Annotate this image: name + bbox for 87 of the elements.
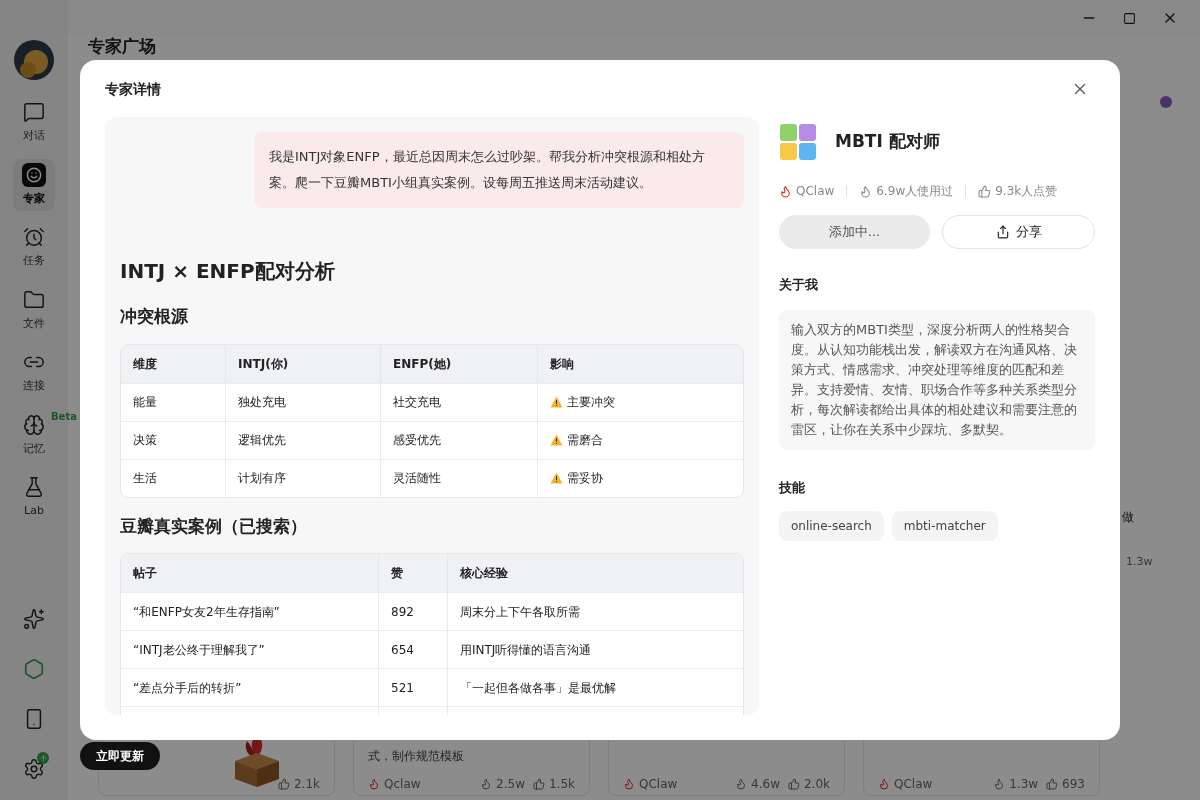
card-author: QClaw: [894, 776, 933, 793]
table-cell-text: 能量: [133, 394, 157, 411]
table-cell-text: 521: [391, 679, 414, 697]
card-likes: 1.3w: [1126, 554, 1153, 570]
like-icon: [532, 778, 545, 790]
chat-icon: [22, 100, 46, 124]
sidebar-item[interactable]: 文件: [13, 283, 55, 336]
skill-tag: mbti-matcher: [891, 511, 998, 541]
table-cell-text: “INTJ老公终于理解我了”: [133, 641, 265, 659]
sidebar-item[interactable]: 专家: [13, 158, 55, 211]
puzzle-logo-icon: [779, 123, 817, 161]
section-heading: 豆瓣真实案例（已搜索）: [120, 514, 308, 538]
table-cell-text: 独处充电: [238, 394, 286, 411]
card-likes: 1.5k: [548, 776, 575, 793]
section-heading: 关于我: [779, 276, 819, 294]
table-cell-text: 需妥协: [567, 470, 603, 487]
head-icon: [22, 412, 46, 437]
avatar[interactable]: [14, 40, 54, 80]
card-uses: 4.6w: [751, 776, 780, 793]
table-cell-text: “和ENFP女友2年生存指南”: [133, 603, 280, 621]
flame-icon: [623, 778, 635, 790]
card-author: QClaw: [639, 776, 678, 793]
card-author: Qclaw: [384, 776, 421, 793]
sidebar-item[interactable]: 任务: [13, 221, 55, 274]
expert-name: MBTI 配对师: [835, 130, 940, 154]
like-count: 9.3k人点赞: [995, 183, 1058, 200]
sidebar-item[interactable]: Lab: [13, 471, 55, 524]
report-title: INTJ × ENFP配对分析: [120, 258, 336, 285]
maximize-icon[interactable]: [1123, 11, 1136, 25]
table-cell-text: 892: [391, 603, 414, 621]
share-icon: [995, 225, 1010, 239]
sparkle-icon[interactable]: [23, 608, 45, 630]
table-cell-text: 灵活随性: [393, 470, 441, 487]
table-cell-text: 社交充电: [393, 394, 441, 411]
like-icon: [277, 778, 290, 790]
warning-icon: [550, 472, 563, 484]
table-cell-text: 主要冲突: [567, 394, 615, 411]
table-cell-text: 需磨合: [567, 432, 603, 449]
table-cell-text: 决策: [133, 432, 157, 449]
card-likes: 2.1k: [293, 776, 320, 793]
column-header: ENFP(她): [381, 344, 538, 383]
settings-icon[interactable]: [23, 758, 45, 780]
table-cell-text: 周末分上下午各取所需: [460, 603, 580, 621]
table-cell-text: “差点分手后的转折”: [133, 679, 242, 697]
table-cell-text: 计划有序: [238, 470, 286, 487]
like-icon: [978, 184, 992, 198]
table-cell-text: 「一起但各做各事」是最优解: [460, 679, 616, 697]
section-heading: 技能: [779, 478, 806, 497]
card-uses: 1.3w: [1009, 776, 1039, 793]
skill-tag: online-search: [779, 511, 884, 541]
blob-icon: [1160, 96, 1172, 108]
warning-icon: [550, 396, 563, 408]
flame-icon: [878, 778, 890, 790]
column-header: 维度: [121, 344, 226, 383]
section-heading: 冲突根源: [120, 305, 189, 328]
like-icon: [787, 778, 800, 790]
flame-icon: [368, 778, 380, 790]
usage-count: 6.9w人使用过: [876, 183, 954, 200]
beta-label: Beta: [51, 409, 77, 424]
card-description: 式，制作规范模板: [368, 748, 465, 765]
alarm-clock-icon: [22, 225, 46, 249]
column-header: 赞: [379, 554, 448, 592]
table-cell-text: 用INTJ听得懂的语言沟通: [460, 641, 592, 659]
table-cell-text: 生活: [133, 470, 157, 487]
sidebar-item[interactable]: 对话: [13, 96, 55, 149]
column-header: 帖子: [121, 554, 379, 592]
column-header: INTJ(你): [226, 344, 381, 383]
update-button[interactable]: 立即更新: [80, 742, 160, 770]
column-header: 影响: [549, 355, 575, 373]
smiley-icon: [22, 162, 46, 187]
warning-icon: [550, 434, 563, 446]
dialog-title: 专家详情: [105, 79, 161, 99]
column-header: 核心经验: [459, 565, 509, 582]
like-icon: [1046, 778, 1059, 790]
table-cell-text: 感受优先: [393, 432, 441, 449]
card-likes: 2.0k: [803, 776, 830, 793]
table-cell-text: 654: [391, 641, 414, 659]
card-description: 做: [1122, 509, 1134, 526]
card-likes: 693: [1062, 776, 1085, 793]
table-cell-text: 逻辑优先: [238, 432, 286, 449]
prompt-bubble: 我是INTJ对象ENFP，最近总因周末怎么过吵架。帮我分析冲突根源和相处方案。爬一下豆瓣MBTI小组真实案例。设每周五推送周末活动建议。: [254, 132, 744, 208]
author-name: QClaw: [796, 183, 835, 200]
flame-icon: [779, 184, 792, 198]
sidebar-item[interactable]: 连接: [13, 346, 55, 399]
about-text: 输入双方的MBTI类型，深度分析两人的性格契合度。从认知功能栈出发，解读双方在沟通风格、决策方式、情感需求、冲突处理等维度的匹配和差异。支持爱情、友情、职场合作等多种关系类型分析，每次解读都给出具体的相处建议和需要注意的雷区，让你在关系中少踩坑、多默契。: [779, 309, 1095, 450]
card-uses: 2.5w: [496, 776, 525, 793]
page-title: 专家广场: [87, 36, 157, 56]
